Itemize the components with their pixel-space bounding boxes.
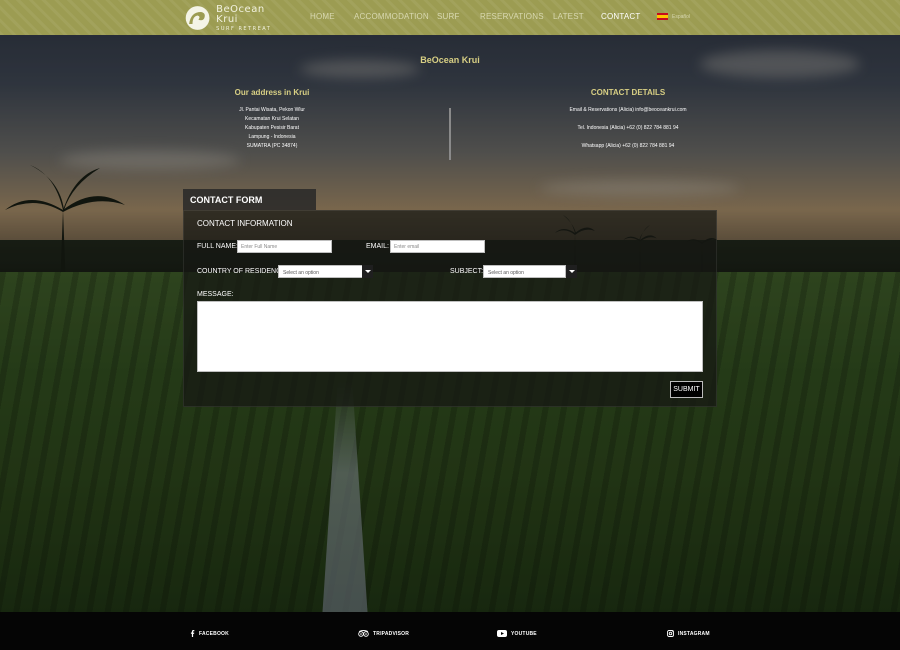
address-line: SUMATRA (PC 34874) — [246, 143, 298, 149]
contact-phone[interactable]: Tel. Indonesia (Alicia) +62 (0) 822 784 … — [520, 125, 736, 131]
brand-title: BeOcean Krui — [216, 3, 265, 25]
nav-accommodation[interactable]: ACCOMMODATION — [354, 12, 429, 21]
nav-latest[interactable]: LATEST — [553, 12, 584, 21]
vertical-divider — [449, 108, 451, 160]
nav-contact[interactable]: CONTACT — [601, 12, 640, 21]
footer-link-tripadvisor[interactable]: TRIPADVISOR — [358, 630, 409, 637]
footer-link-facebook[interactable]: FACEBOOK — [190, 630, 229, 637]
submit-button[interactable]: SUBMIT — [670, 381, 703, 398]
chevron-down-icon[interactable] — [362, 265, 373, 278]
address-line: Jl. Pantai Wisata, Pekon Wlur — [239, 107, 305, 113]
message-textarea[interactable] — [197, 301, 703, 372]
address-line: Kabupaten Pesisir Barat — [245, 125, 299, 131]
full-name-label: FULL NAME: — [197, 243, 238, 250]
contact-information-title: CONTACT INFORMATION — [197, 219, 293, 228]
youtube-icon — [497, 630, 507, 637]
contact-form-tab: CONTACT FORM — [183, 189, 316, 210]
instagram-icon — [667, 630, 674, 637]
footer-link-label: INSTAGRAM — [678, 630, 710, 637]
footer-link-youtube[interactable]: YOUTUBE — [497, 630, 537, 637]
footer-link-instagram[interactable]: INSTAGRAM — [667, 630, 710, 637]
spain-flag-icon — [657, 13, 668, 20]
address-line: Kecamatan Krui Selatan — [245, 116, 299, 122]
country-select[interactable]: Select an option — [278, 265, 363, 278]
footer-link-label: TRIPADVISOR — [373, 630, 409, 637]
top-navbar: BeOcean Krui SURF RETREAT HOME ACCOMMODA… — [0, 0, 900, 35]
brand-tagline: SURF RETREAT — [216, 25, 272, 32]
nav-surf[interactable]: SURF — [437, 12, 460, 21]
site-name-heading: BeOcean Krui — [420, 55, 480, 65]
email-label: EMAIL: — [366, 243, 389, 250]
footer-link-label: YOUTUBE — [511, 630, 537, 637]
contact-details-title: CONTACT DETAILS — [590, 88, 666, 97]
nav-reservations[interactable]: RESERVATIONS — [480, 12, 544, 21]
footer — [0, 612, 900, 650]
message-label: MESSAGE: — [197, 291, 234, 298]
nav-home[interactable]: HOME — [310, 12, 335, 21]
address-line: Lampung - Indonesia — [248, 134, 296, 140]
language-switch[interactable]: Español — [657, 13, 690, 20]
facebook-icon — [190, 630, 195, 637]
language-label: Español — [672, 13, 691, 20]
email-input[interactable] — [390, 240, 485, 253]
subject-label: SUBJECT: — [450, 268, 484, 275]
tripadvisor-icon — [358, 630, 369, 637]
full-name-input[interactable] — [237, 240, 332, 253]
wave-logo-icon — [185, 6, 210, 30]
brand-logo[interactable]: BeOcean Krui SURF RETREAT — [184, 3, 279, 33]
address-title: Our address in Krui — [234, 88, 310, 97]
country-label: COUNTRY OF RESIDENCE: — [197, 268, 288, 275]
chevron-down-icon[interactable] — [566, 265, 577, 278]
address-block: Jl. Pantai Wisata, Pekon Wlur Kecamatan … — [200, 106, 344, 151]
subject-select[interactable]: Select an option — [483, 265, 566, 278]
contact-email[interactable]: Email & Reservations (Alicia) info@beoce… — [520, 107, 736, 113]
contact-whatsapp[interactable]: Whatsapp (Alicia) +62 (0) 822 784 881 94 — [520, 143, 736, 149]
footer-link-label: FACEBOOK — [199, 630, 229, 637]
